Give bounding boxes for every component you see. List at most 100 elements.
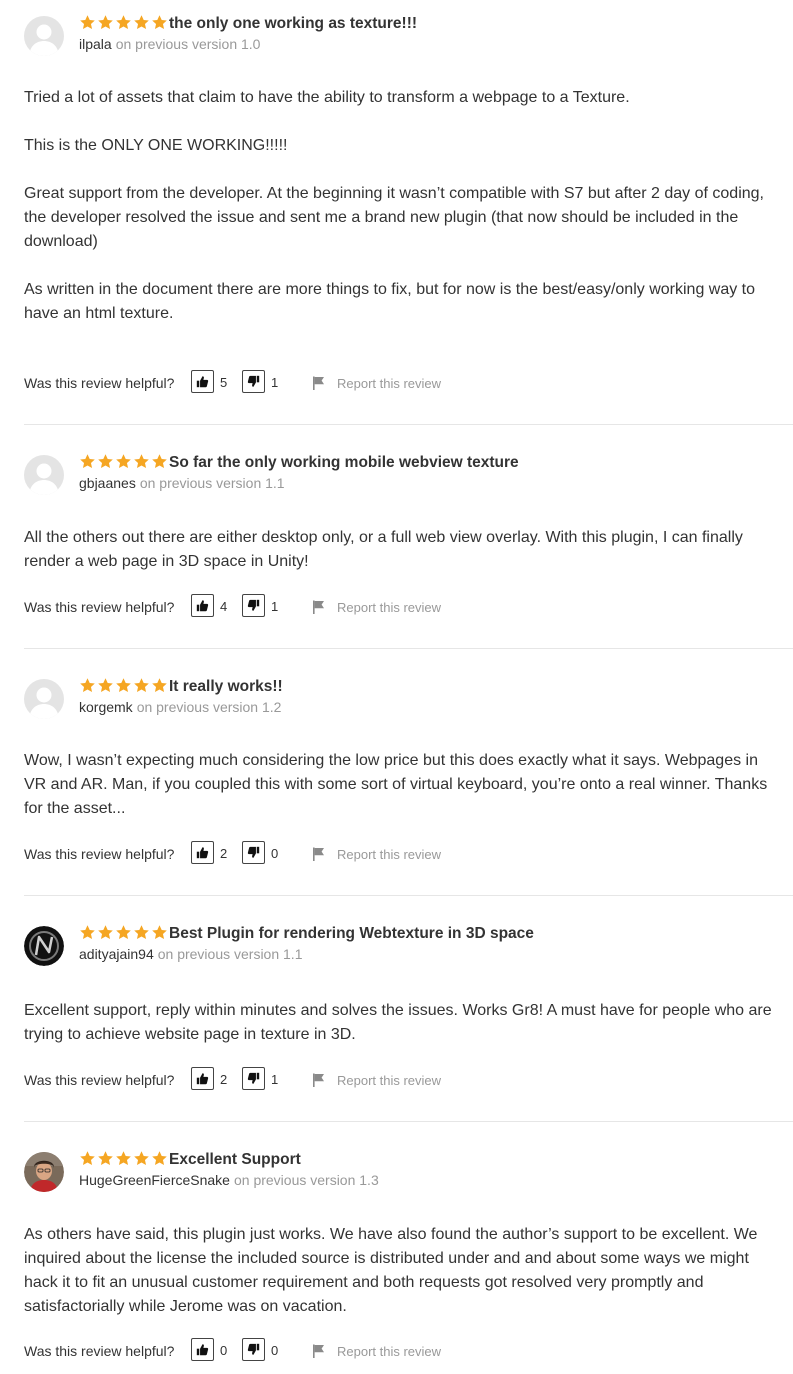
avatar[interactable] [24,926,64,966]
star-icon [134,1151,149,1166]
helpful-bar: Was this review helpful? 5 1 Report this… [24,370,793,396]
review-divider [24,648,793,649]
thumbs-down-icon [247,599,260,611]
review-paragraph: As written in the document there are mor… [24,281,756,322]
review-paragraph: Tried a lot of assets that claim to have… [24,89,630,106]
reviewer-name[interactable]: korgemk [79,699,133,715]
report-review-link[interactable]: Report this review [312,844,441,864]
star-rating [79,453,168,471]
thumbs-down-button[interactable] [242,1338,265,1361]
report-review-link[interactable]: Report this review [312,597,441,617]
star-icon [152,454,167,469]
thumbs-down-button[interactable] [242,594,265,617]
default-avatar-icon [24,455,64,495]
upvote-count: 5 [220,375,228,390]
review-meta: korgemk on previous version 1.2 [79,697,281,717]
star-icon [98,678,113,693]
report-review-link[interactable]: Report this review [312,1341,441,1361]
reviewer-name[interactable]: HugeGreenFierceSnake [79,1172,230,1188]
review-title: Best Plugin for rendering Webtexture in … [169,925,534,942]
thumbs-up-button[interactable] [191,1067,214,1090]
report-label: Report this review [337,846,442,862]
review-header: So far the only working mobile webview t… [24,453,793,497]
star-icon [80,454,95,469]
review-paragraph: This is the ONLY ONE WORKING!!!!! [24,137,288,154]
avatar[interactable] [24,1152,64,1192]
star-icon [98,925,113,940]
review-header: Best Plugin for rendering Webtexture in … [24,924,793,968]
star-icon [80,15,95,30]
star-icon [116,1151,131,1166]
thumbs-up-icon [196,1073,209,1085]
flag-icon [313,1344,324,1358]
thumbs-down-button[interactable] [242,1067,265,1090]
logo-avatar-icon [24,926,64,966]
helpful-label: Was this review helpful? [24,375,175,391]
star-icon [80,1151,95,1166]
avatar[interactable] [24,679,64,719]
thumbs-down-button[interactable] [242,370,265,393]
review-meta: adityajain94 on previous version 1.1 [79,944,303,964]
star-icon [116,678,131,693]
thumbs-up-icon [196,376,209,388]
review-paragraph: As others have said, this plugin just wo… [24,1226,758,1315]
upvote-count: 2 [220,846,228,861]
star-icon [116,15,131,30]
report-review-link[interactable]: Report this review [312,1070,441,1090]
upvote-count: 4 [220,599,228,614]
helpful-label: Was this review helpful? [24,1343,175,1359]
review-header: It really works!! korgemk on previous ver… [24,677,793,721]
review-body: All the others out there are either desk… [24,526,779,574]
review-body: Tried a lot of assets that claim to have… [24,86,779,326]
downvote-count: 1 [271,1072,279,1087]
helpful-bar: Was this review helpful? 2 1 Report this… [24,1067,793,1093]
review-body: As others have said, this plugin just wo… [24,1223,779,1319]
review-body: Wow, I wasn’t expecting much considering… [24,749,779,821]
report-review-link[interactable]: Report this review [312,373,441,393]
helpful-label: Was this review helpful? [24,1072,175,1088]
flag-icon [313,1073,324,1087]
star-icon [98,1151,113,1166]
star-rating [79,14,168,32]
thumbs-up-button[interactable] [191,370,214,393]
review-paragraph: Wow, I wasn’t expecting much considering… [24,752,768,817]
photo-avatar-icon [24,1152,64,1192]
helpful-label: Was this review helpful? [24,846,175,862]
star-rating [79,924,168,942]
thumbs-up-button[interactable] [191,1338,214,1361]
helpful-bar: Was this review helpful? 0 0 Report this… [24,1338,793,1364]
star-icon [98,454,113,469]
report-label: Report this review [337,599,442,615]
review-paragraph: Great support from the developer. At the… [24,185,764,250]
thumbs-up-button[interactable] [191,594,214,617]
helpful-label: Was this review helpful? [24,599,175,615]
avatar[interactable] [24,455,64,495]
star-icon [98,15,113,30]
reviewer-name[interactable]: adityajain94 [79,946,154,962]
review-divider [24,424,793,425]
review-paragraph: Excellent support, reply within minutes … [24,1002,772,1043]
reviewer-name[interactable]: ilpala [79,36,112,52]
review-meta: HugeGreenFierceSnake on previous version … [79,1170,379,1190]
avatar[interactable] [24,16,64,56]
thumbs-down-button[interactable] [242,841,265,864]
thumbs-up-button[interactable] [191,841,214,864]
review-paragraph: All the others out there are either desk… [24,529,743,570]
thumbs-down-icon [247,846,260,858]
review-header: Excellent Support HugeGreenFierceSnake on… [24,1150,793,1194]
default-avatar-icon [24,16,64,56]
review-title: Excellent Support [169,1151,301,1168]
thumbs-up-icon [196,1344,209,1356]
star-icon [134,678,149,693]
star-rating [79,677,168,695]
downvote-count: 1 [271,375,279,390]
star-rating [79,1150,168,1168]
star-icon [152,1151,167,1166]
review-version: on previous version 1.2 [136,699,282,715]
thumbs-down-icon [247,375,260,387]
flag-icon [313,376,324,390]
upvote-count: 2 [220,1072,228,1087]
star-icon [116,925,131,940]
reviewer-name[interactable]: gbjaanes [79,475,136,491]
star-icon [80,925,95,940]
